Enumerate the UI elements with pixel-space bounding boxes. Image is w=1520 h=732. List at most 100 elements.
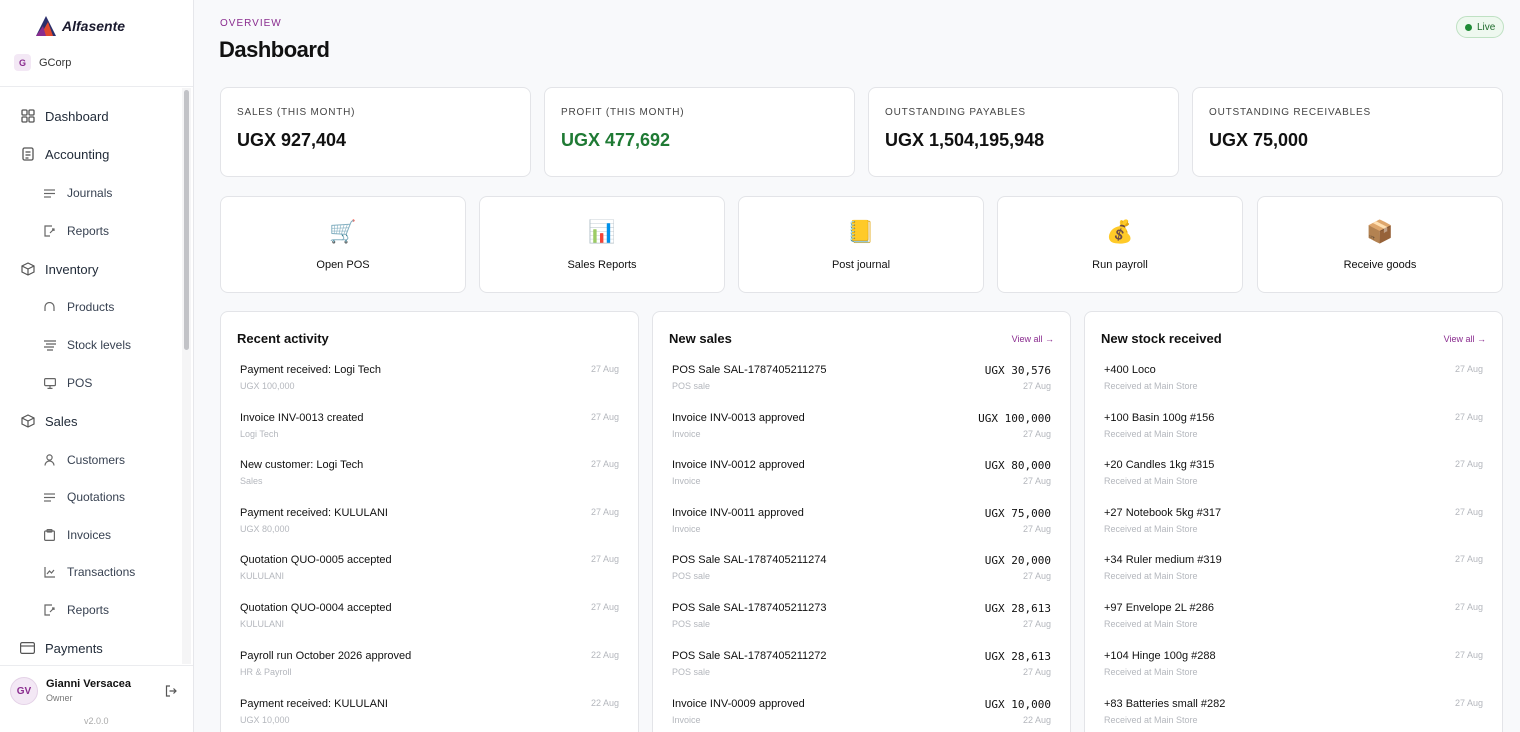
stat-value: UGX 1,504,195,948 bbox=[885, 130, 1045, 150]
item-date: 27 Aug bbox=[1454, 698, 1483, 708]
list-item[interactable]: Payment received: Logi Tech UGX 100,000 … bbox=[221, 364, 638, 411]
sidebar-item-journals[interactable]: Journals bbox=[0, 178, 181, 208]
list-item[interactable]: +100 Basin 100g #156 Received at Main St… bbox=[1085, 412, 1502, 459]
cart-icon: 🛒 bbox=[329, 219, 357, 244]
item-subtitle: HR & Payroll bbox=[240, 667, 292, 677]
sidebar-item-customers[interactable]: Customers bbox=[0, 445, 181, 475]
sidebar: Alfasente G GCorp Dashboard Accounting J… bbox=[0, 0, 194, 732]
item-title: +27 Notebook 5kg #317 bbox=[1104, 507, 1222, 519]
list-item[interactable]: POS Sale SAL-1787405211273 POS sale UGX … bbox=[653, 602, 1070, 649]
list-item[interactable]: Invoice INV-0009 approved Invoice UGX 10… bbox=[653, 698, 1070, 732]
stat-label: OUTSTANDING RECEIVABLES bbox=[1209, 107, 1371, 118]
action-label: Sales Reports bbox=[567, 259, 637, 271]
sidebar-item-quotations[interactable]: Quotations bbox=[0, 482, 181, 512]
item-title: POS Sale SAL-1787405211273 bbox=[672, 602, 827, 614]
sidebar-item-stock-levels[interactable]: Stock levels bbox=[0, 330, 181, 360]
list-item[interactable]: +97 Envelope 2L #286 Received at Main St… bbox=[1085, 602, 1502, 649]
avatar[interactable]: GV bbox=[10, 677, 38, 705]
sidebar-item-invoices[interactable]: Invoices bbox=[0, 520, 181, 550]
list-item[interactable]: +20 Candles 1kg #315 Received at Main St… bbox=[1085, 459, 1502, 506]
brand[interactable]: Alfasente bbox=[34, 14, 125, 38]
list-item[interactable]: New customer: Logi Tech Sales 27 Aug bbox=[221, 459, 638, 506]
item-amount: UGX 10,000 bbox=[984, 698, 1051, 711]
item-date: 27 Aug bbox=[1454, 554, 1483, 564]
sidebar-item-payments[interactable]: Payments bbox=[0, 633, 181, 663]
item-amount: UGX 80,000 bbox=[984, 459, 1051, 472]
sidebar-item-sales[interactable]: Sales bbox=[0, 406, 181, 436]
list-item[interactable]: Invoice INV-0013 approved Invoice UGX 10… bbox=[653, 412, 1070, 459]
item-title: Invoice INV-0009 approved bbox=[672, 698, 805, 710]
sidebar-nav: Dashboard Accounting Journals Reports In… bbox=[0, 90, 181, 664]
sidebar-item-accounting-reports[interactable]: Reports bbox=[0, 216, 181, 246]
page-title: Dashboard bbox=[219, 37, 330, 62]
item-subtitle: KULULANI bbox=[240, 619, 285, 629]
list-item[interactable]: +27 Notebook 5kg #317 Received at Main S… bbox=[1085, 507, 1502, 554]
lines-icon bbox=[43, 491, 56, 504]
item-subtitle: Received at Main Store bbox=[1104, 381, 1198, 391]
post-journal-button[interactable]: 📒 Post journal bbox=[738, 196, 984, 293]
list-item[interactable]: Quotation QUO-0004 accepted KULULANI 27 … bbox=[221, 602, 638, 649]
sidebar-scrollbar[interactable] bbox=[182, 88, 191, 664]
item-amount: UGX 30,576 bbox=[984, 364, 1051, 377]
sidebar-item-label: Dashboard bbox=[45, 108, 109, 124]
sidebar-item-inventory[interactable]: Inventory bbox=[0, 254, 181, 284]
sidebar-item-sales-reports[interactable]: Reports bbox=[0, 595, 181, 625]
receive-goods-button[interactable]: 📦 Receive goods bbox=[1257, 196, 1503, 293]
list-item[interactable]: +34 Ruler medium #319 Received at Main S… bbox=[1085, 554, 1502, 601]
clipboard-icon bbox=[43, 529, 56, 542]
list-item[interactable]: +104 Hinge 100g #288 Received at Main St… bbox=[1085, 650, 1502, 697]
item-title: POS Sale SAL-1787405211272 bbox=[672, 650, 827, 662]
grid-icon bbox=[20, 109, 35, 124]
item-title: +20 Candles 1kg #315 bbox=[1104, 459, 1215, 471]
sidebar-item-pos[interactable]: POS bbox=[0, 368, 181, 398]
item-date: 27 Aug bbox=[1022, 476, 1051, 486]
list-item[interactable]: Payment received: KULULANI UGX 10,000 22… bbox=[221, 698, 638, 732]
list-item[interactable]: Payment received: KULULANI UGX 80,000 27… bbox=[221, 507, 638, 554]
run-payroll-button[interactable]: 💰 Run payroll bbox=[997, 196, 1243, 293]
item-title: Payroll run October 2026 approved bbox=[240, 650, 412, 662]
item-date: 27 Aug bbox=[1454, 459, 1483, 469]
sidebar-scrollbar-thumb[interactable] bbox=[184, 90, 189, 350]
item-subtitle: Received at Main Store bbox=[1104, 524, 1198, 534]
logout-icon[interactable] bbox=[165, 685, 177, 700]
stat-value: UGX 75,000 bbox=[1209, 130, 1309, 150]
live-status-label: Live bbox=[1477, 21, 1496, 33]
panel-title: New stock received bbox=[1101, 331, 1222, 346]
list-item[interactable]: Invoice INV-0011 approved Invoice UGX 75… bbox=[653, 507, 1070, 554]
view-all-sales-link[interactable]: View all → bbox=[1012, 334, 1054, 344]
view-all-stock-link[interactable]: View all → bbox=[1444, 334, 1486, 344]
list-item[interactable]: POS Sale SAL-1787405211274 POS sale UGX … bbox=[653, 554, 1070, 601]
sidebar-item-label: Payments bbox=[45, 640, 103, 656]
org-switcher[interactable]: G GCorp bbox=[14, 54, 71, 71]
item-date: 27 Aug bbox=[590, 602, 619, 612]
item-subtitle: POS sale bbox=[672, 667, 711, 677]
item-date: 27 Aug bbox=[1022, 619, 1051, 629]
item-amount: UGX 28,613 bbox=[984, 602, 1051, 615]
list-item[interactable]: +83 Batteries small #282 Received at Mai… bbox=[1085, 698, 1502, 732]
list-item[interactable]: Quotation QUO-0005 accepted KULULANI 27 … bbox=[221, 554, 638, 601]
item-date: 27 Aug bbox=[1022, 381, 1051, 391]
chart-icon bbox=[43, 566, 56, 579]
sidebar-item-label: Quotations bbox=[67, 490, 126, 504]
list-item[interactable]: Invoice INV-0012 approved Invoice UGX 80… bbox=[653, 459, 1070, 506]
box-icon bbox=[20, 414, 35, 429]
sidebar-item-dashboard[interactable]: Dashboard bbox=[0, 101, 181, 131]
sidebar-item-transactions[interactable]: Transactions bbox=[0, 557, 181, 587]
item-date: 27 Aug bbox=[1454, 650, 1483, 660]
sidebar-item-accounting[interactable]: Accounting bbox=[0, 139, 181, 169]
list-item[interactable]: Invoice INV-0013 created Logi Tech 27 Au… bbox=[221, 412, 638, 459]
sales-reports-button[interactable]: 📊 Sales Reports bbox=[479, 196, 725, 293]
person-icon bbox=[43, 454, 56, 467]
item-title: Payment received: KULULANI bbox=[240, 507, 388, 519]
sidebar-item-products[interactable]: Products bbox=[0, 292, 181, 322]
item-date: 27 Aug bbox=[1022, 524, 1051, 534]
item-subtitle: Invoice bbox=[672, 429, 701, 439]
open-pos-button[interactable]: 🛒 Open POS bbox=[220, 196, 466, 293]
list-item[interactable]: POS Sale SAL-1787405211275 POS sale UGX … bbox=[653, 364, 1070, 411]
list-item[interactable]: POS Sale SAL-1787405211272 POS sale UGX … bbox=[653, 650, 1070, 697]
item-subtitle: Received at Main Store bbox=[1104, 476, 1198, 486]
list-item[interactable]: +400 Loco Received at Main Store 27 Aug bbox=[1085, 364, 1502, 411]
list-item[interactable]: Payroll run October 2026 approved HR & P… bbox=[221, 650, 638, 697]
item-title: Invoice INV-0013 approved bbox=[672, 412, 805, 424]
item-subtitle: Invoice bbox=[672, 524, 701, 534]
